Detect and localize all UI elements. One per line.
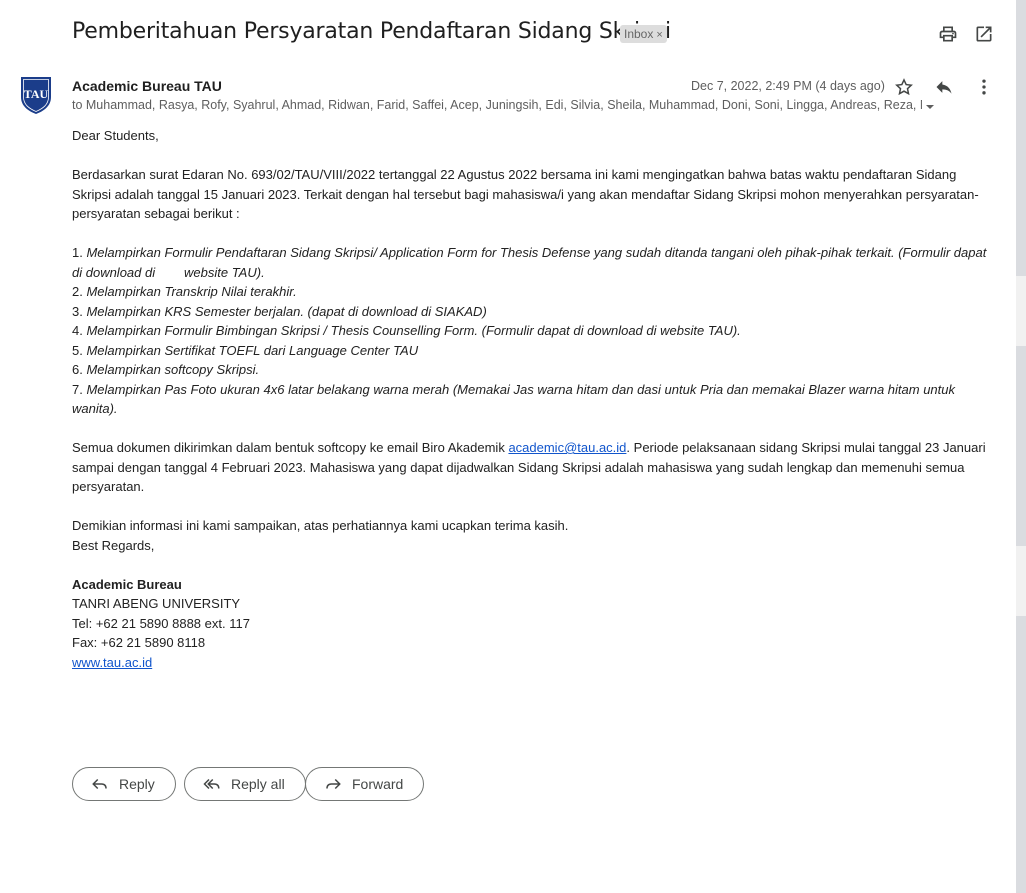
label-text: Inbox (624, 27, 654, 41)
open-in-new-icon[interactable] (974, 24, 994, 44)
intro-paragraph: Berdasarkan surat Edaran No. 693/02/TAU/… (72, 167, 979, 221)
email-date: Dec 7, 2022, 2:49 PM (4 days ago) (691, 79, 885, 93)
requirement-item: 4. Melampirkan Formulir Bimbingan Skrips… (72, 323, 741, 338)
requirement-item: 1. Melampirkan Formulir Pendaftaran Sida… (72, 245, 990, 280)
email-subject: Pemberitahuan Persyaratan Pendaftaran Si… (72, 19, 671, 44)
academic-email-link[interactable]: academic@tau.ac.id (508, 440, 626, 455)
reply-button[interactable]: Reply (72, 767, 176, 801)
forward-button[interactable]: Forward (305, 767, 425, 801)
sender-avatar[interactable]: TAU (18, 75, 54, 115)
scrollbar-segment (1016, 346, 1026, 546)
star-icon[interactable] (894, 77, 914, 97)
recipients-line: to Muhammad, Rasya, Rofy, Syahrul, Ahmad… (72, 98, 922, 112)
requirement-item: 3. Melampirkan KRS Semester berjalan. (d… (72, 303, 487, 319)
forward-icon (326, 778, 341, 790)
requirement-item: 6. Melampirkan softcopy Skripsi. (72, 362, 260, 377)
reply-button-label: Reply (119, 776, 155, 792)
requirement-item: 7. Melampirkan Pas Foto ukuran 4x6 latar… (72, 381, 955, 417)
more-vert-icon[interactable] (974, 77, 994, 97)
reply-icon (92, 778, 107, 790)
requirement-item: 5. Melampirkan Sertifikat TOEFL dari Lan… (72, 342, 419, 358)
forward-button-label: Forward (352, 776, 404, 792)
inbox-label-chip[interactable]: Inbox × (620, 25, 667, 43)
website-link[interactable]: www.tau.ac.id (72, 655, 152, 670)
email-body: Dear Students, Berdasarkan surat Edaran … (72, 126, 990, 672)
regards-text: Best Regards, (72, 537, 155, 553)
avatar-text: TAU (24, 87, 49, 101)
signature-tel: Tel: +62 21 5890 8888 ext. 117 (72, 615, 250, 631)
print-icon[interactable] (938, 24, 958, 44)
scrollbar-segment (1016, 616, 1026, 893)
reply-all-button[interactable]: Reply all (184, 767, 306, 801)
requirement-item: 2. Melampirkan Transkrip Nilai terakhir. (72, 284, 297, 299)
documents-paragraph: Semua dokumen dikirimkan dalam bentuk so… (72, 440, 986, 494)
sender-name[interactable]: Academic Bureau TAU (72, 78, 222, 94)
signature-name: Academic Bureau (72, 576, 182, 592)
reply-all-button-label: Reply all (231, 776, 285, 792)
caret-down-icon[interactable] (924, 100, 936, 112)
email-view: Pemberitahuan Persyaratan Pendaftaran Si… (0, 0, 1026, 893)
greeting: Dear Students, (72, 128, 159, 143)
signature-org: TANRI ABENG UNIVERSITY (72, 596, 241, 611)
signature-fax: Fax: +62 21 5890 8118 (72, 635, 206, 650)
closing-text: Demikian informasi ini kami sampaikan, a… (72, 518, 569, 533)
reply-icon[interactable] (934, 77, 954, 97)
scrollbar-thumb[interactable] (1016, 0, 1026, 276)
reply-all-icon (203, 778, 220, 790)
label-remove-icon[interactable]: × (656, 29, 662, 41)
